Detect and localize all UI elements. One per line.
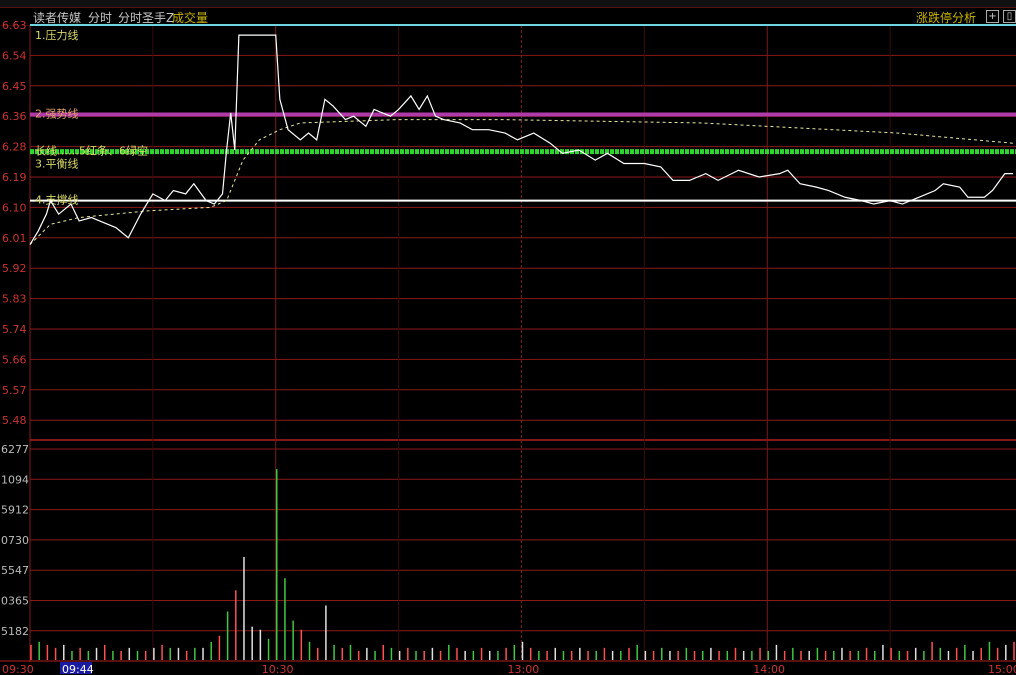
level-label: 2.强势线: [35, 107, 79, 121]
level-label: 4.支撑线: [35, 193, 79, 207]
volume-tick-label: 5912: [1, 504, 29, 517]
time-tick-label: 13:00: [508, 663, 540, 675]
volume-tick-label: 6277: [1, 443, 29, 456]
price-tick-label: 5.74: [2, 323, 27, 336]
price-tick-label: 6.28: [2, 141, 27, 154]
price-tick-label: 6.63: [2, 19, 27, 32]
level-label: 长线……5红条、6绿空: [35, 144, 148, 158]
price-tick-label: 6.19: [2, 171, 27, 184]
time-tick-label: 14:00: [753, 663, 785, 675]
price-tick-label: 6.45: [2, 80, 27, 93]
volume-tick-label: 5182: [1, 625, 29, 638]
volume-tick-label: 0365: [1, 595, 29, 608]
price-tick-label: 6.01: [2, 232, 27, 245]
intraday-chart: 6.63 6.54 6.45 6.36 6.28 6.19 6.10 6.01 5.92 5.83…: [0, 19, 1016, 675]
price-tick-label: 5.83: [2, 293, 27, 306]
time-tick-label: 15:00: [988, 663, 1016, 675]
time-tick-label: 09:30: [2, 663, 34, 675]
price-tick-label: 6.54: [2, 49, 27, 62]
price-tick-label: 6.10: [2, 201, 27, 214]
volume-tick-label: 0730: [1, 534, 29, 547]
level-label: 3.平衡线: [35, 157, 79, 171]
price-tick-label: 5.48: [2, 414, 27, 427]
price-tick-label: 5.92: [2, 262, 27, 275]
level-label: 1.压力线: [35, 28, 79, 42]
price-tick-label: 5.66: [2, 353, 27, 366]
time-tick-label: 10:30: [262, 663, 294, 675]
price-tick-label: 6.36: [2, 110, 27, 123]
time-tick-label: 09:44: [62, 663, 94, 675]
volume-tick-label: 5547: [1, 564, 29, 577]
price-tick-label: 5.57: [2, 384, 27, 397]
volume-tick-label: 1094: [1, 473, 29, 486]
